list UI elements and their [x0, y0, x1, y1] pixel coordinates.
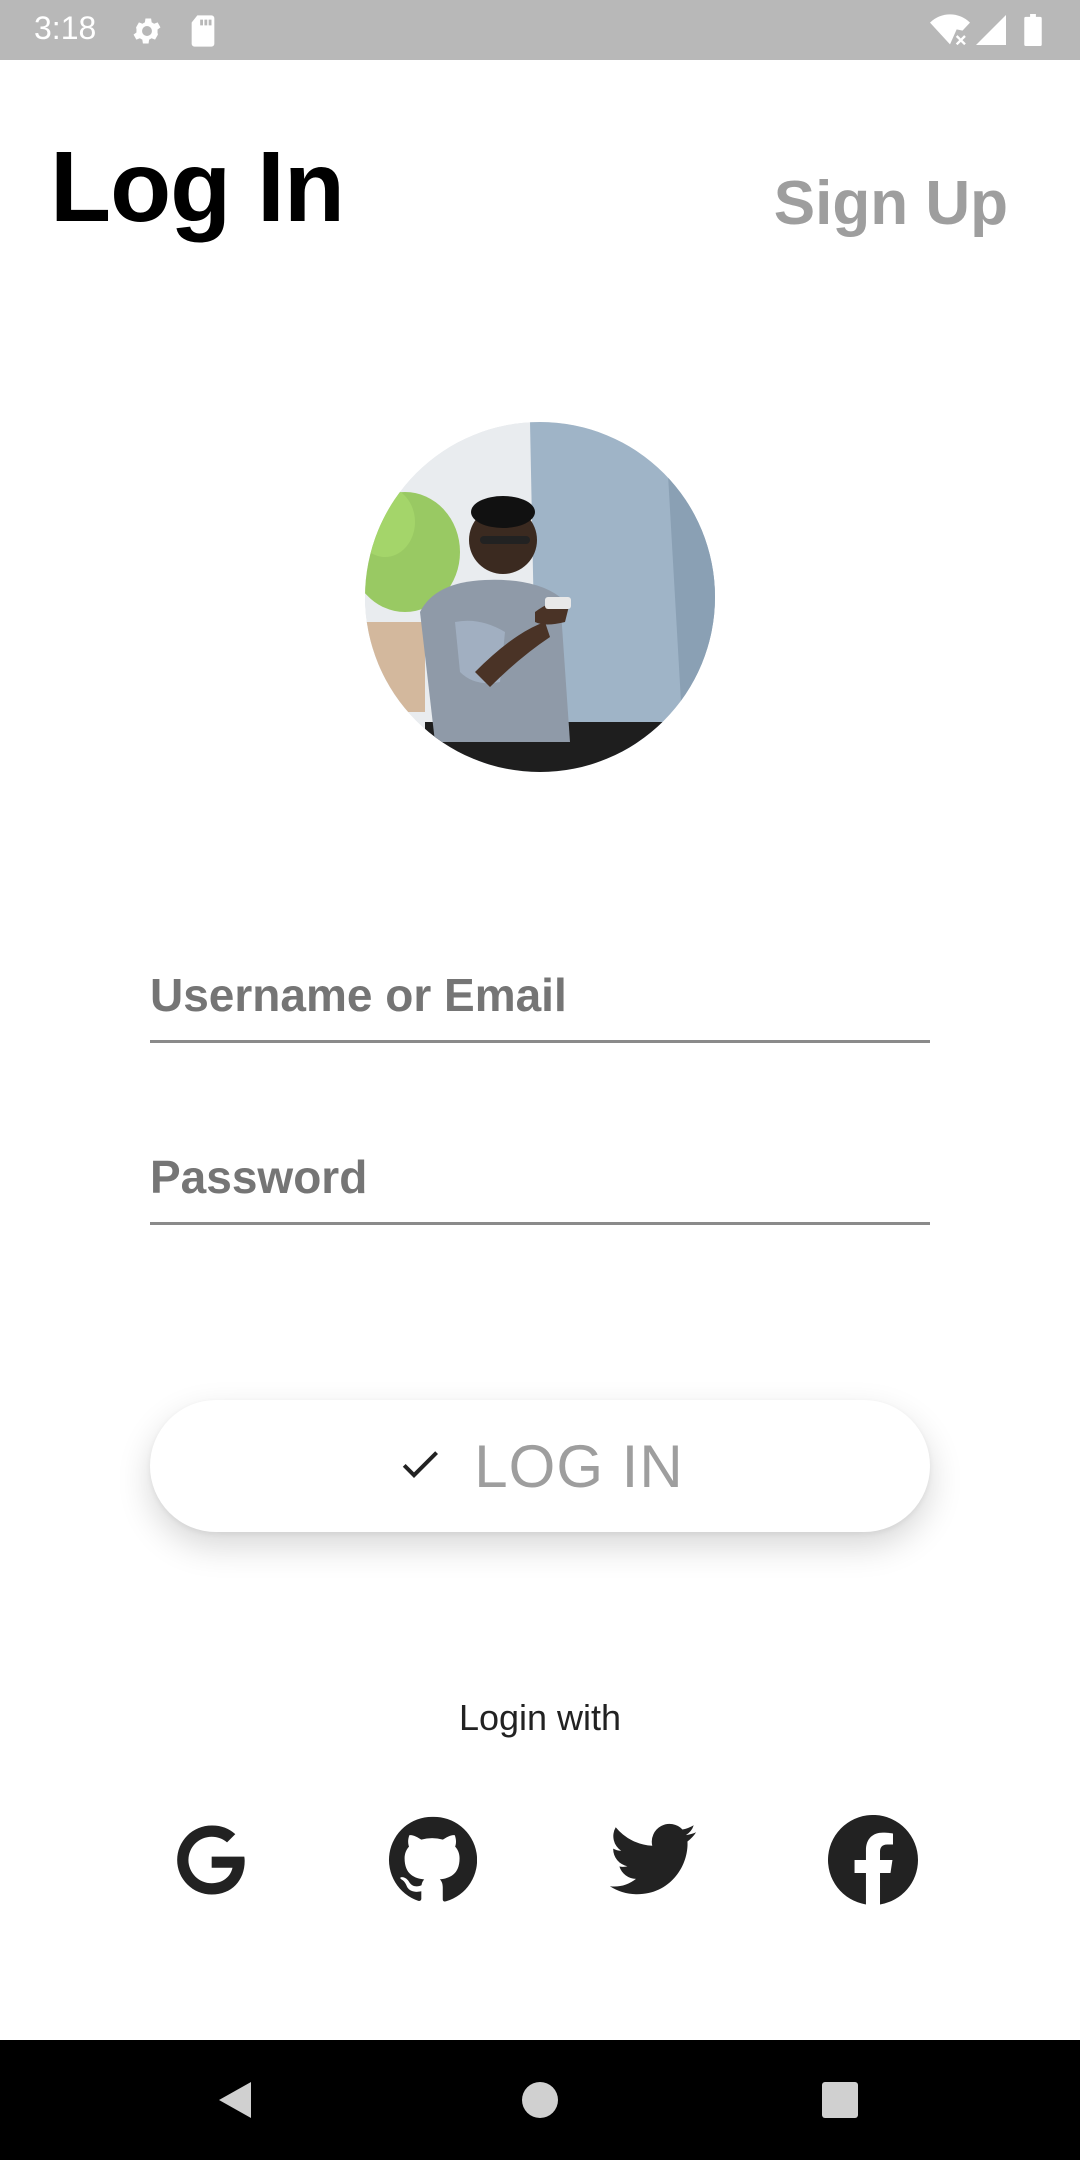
facebook-icon[interactable]: [828, 1814, 918, 1905]
twitter-icon[interactable]: [608, 1815, 698, 1905]
avatar: [365, 422, 715, 772]
username-input[interactable]: [150, 950, 930, 1043]
sign-up-link[interactable]: Sign Up: [774, 168, 1008, 239]
login-with-label: Login with: [458, 1697, 622, 1738]
battery-icon: [1024, 14, 1042, 51]
wifi-off-icon: [930, 14, 970, 53]
back-icon[interactable]: [215, 2040, 265, 2160]
google-icon[interactable]: [166, 1815, 256, 1905]
profile-photo: [365, 422, 715, 772]
status-time: 3:18: [34, 10, 97, 46]
gear-icon: [130, 14, 164, 53]
login-button[interactable]: LOG IN: [150, 1400, 930, 1532]
check-icon: [396, 1440, 444, 1493]
navigation-bar: [0, 2040, 1080, 2160]
recents-icon[interactable]: [820, 2040, 860, 2160]
password-input[interactable]: [150, 1132, 930, 1225]
github-icon[interactable]: [387, 1815, 478, 1905]
login-button-label: LOG IN: [474, 1432, 684, 1500]
home-icon[interactable]: [520, 2040, 560, 2160]
signal-icon: [976, 14, 1006, 51]
sd-card-icon: [188, 14, 218, 53]
status-bar: 3:18: [0, 0, 1080, 60]
page-title: Log In: [50, 131, 345, 243]
